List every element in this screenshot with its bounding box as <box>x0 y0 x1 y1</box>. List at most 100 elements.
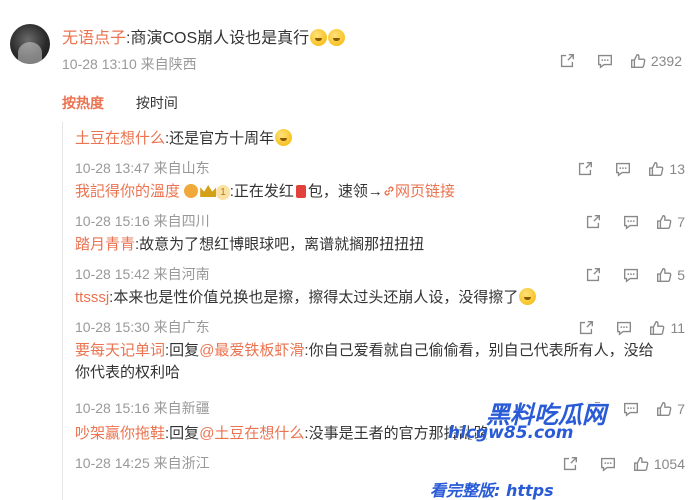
share-icon <box>587 402 601 416</box>
reply-text: 踏月青青:故意为了想红博眼球吧，离谱就搁那扭扭扭 <box>75 234 685 256</box>
share-icon <box>563 457 577 471</box>
reply-actions: 1054 <box>546 453 685 475</box>
comment-button[interactable] <box>617 211 645 233</box>
mention-link[interactable]: @最爱铁板虾滑 <box>199 342 304 359</box>
comment-button[interactable] <box>609 158 637 180</box>
comment-button[interactable] <box>610 317 638 339</box>
main-comment: 无语点子:商演COS崩人设也是真行 10-28 13:10 来自陕西 2392 <box>0 0 700 85</box>
reply-location: 来自山东 <box>153 160 210 176</box>
crying-emoji-icon <box>275 129 293 146</box>
main-comment-text: 无语点子:商演COS崩人设也是真行 <box>62 24 346 48</box>
comment-icon <box>617 321 632 336</box>
main-comment-location: 来自陕西 <box>140 56 197 72</box>
like-icon <box>650 321 665 335</box>
comment-button[interactable] <box>594 453 622 475</box>
tab-sort-by-time[interactable]: 按时间 <box>136 95 178 111</box>
comment-button[interactable] <box>617 398 645 420</box>
like-icon <box>657 402 672 416</box>
like-icon <box>657 268 672 282</box>
reply-item: 土豆在想什么:还是官方十周年 10-28 13:47 来自山东 13 <box>75 128 685 178</box>
comment-icon <box>616 162 631 177</box>
reply-location: 来自广东 <box>153 319 210 335</box>
web-link[interactable]: 网页链接 <box>395 183 455 200</box>
share-button[interactable] <box>579 398 607 420</box>
share-button[interactable] <box>579 264 607 286</box>
share-button[interactable] <box>579 211 607 233</box>
reply-text: 土豆在想什么:还是官方十周年 <box>75 128 685 150</box>
reply-actions: 11 <box>562 317 685 339</box>
like-icon <box>657 215 672 229</box>
comment-icon <box>624 215 639 230</box>
crown-icon <box>200 185 217 197</box>
reply-username[interactable]: 吵架赢你拖鞋 <box>75 425 165 442</box>
comment-button[interactable] <box>591 50 619 72</box>
reply-body: :本来也是性价值兑换也是擦，擦得太过头还崩人设，没得擦了 <box>109 289 519 306</box>
like-icon <box>649 162 664 176</box>
like-button[interactable]: 11 <box>648 317 685 339</box>
reply-username[interactable]: 要每天记单词 <box>75 342 165 359</box>
reply-location: 来自新疆 <box>153 400 210 416</box>
reply-username[interactable]: 我記得你的溫度 <box>75 183 180 200</box>
reply-location: 来自浙江 <box>153 455 210 471</box>
share-icon <box>579 162 593 176</box>
like-count: 7 <box>677 401 685 417</box>
like-button[interactable]: 7 <box>655 211 685 233</box>
reply-text: 要每天记单词:回复@最爱铁板虾滑:你自己爱看就自己偷偷看，别自己代表所有人，没给… <box>75 340 685 384</box>
reply-username[interactable]: 土豆在想什么 <box>75 130 165 147</box>
like-button[interactable]: 7 <box>655 398 685 420</box>
avatar[interactable] <box>10 24 50 64</box>
reply-item: ttsssj:本来也是性价值兑换也是擦，擦得太过头还崩人设，没得擦了 10-28… <box>75 287 685 337</box>
reply-body-continued: 包，速领→ <box>307 183 383 200</box>
like-button[interactable]: 1054 <box>632 453 685 475</box>
reply-item: 我記得你的溫度 1:正在发红 包，速领→ 网页链接 10-28 15:16 来自四川… <box>75 181 685 231</box>
reply-time: 10-28 13:47 <box>75 160 150 176</box>
like-count: 11 <box>670 320 685 336</box>
reply-text: ttsssj:本来也是性价值兑换也是擦，擦得太过头还崩人设，没得擦了 <box>75 287 685 309</box>
like-count: 7 <box>677 214 685 230</box>
tab-sort-by-hot[interactable]: 按热度 <box>62 95 104 111</box>
like-button[interactable]: 2392 <box>629 50 682 72</box>
like-count: 1054 <box>653 456 685 472</box>
like-icon <box>633 457 649 471</box>
like-button[interactable]: 5 <box>655 264 685 286</box>
reply-actions: 7 <box>569 211 685 233</box>
reply-body: :正在发红 <box>229 183 294 200</box>
share-button[interactable] <box>556 453 584 475</box>
mention-link[interactable]: @土豆在想什么 <box>199 425 304 442</box>
reply-time: 10-28 14:25 <box>75 455 150 471</box>
reply-item: 吵架赢你拖鞋:回复@土豆在想什么:没事是王者的官方那捣乱路 10-28 14:2… <box>75 423 685 473</box>
like-icon <box>630 54 646 68</box>
share-button[interactable] <box>571 158 599 180</box>
link-icon <box>384 186 394 196</box>
share-icon <box>587 268 601 282</box>
comment-button[interactable] <box>617 264 645 286</box>
like-button[interactable]: 13 <box>647 158 685 180</box>
main-comment-time: 10-28 13:10 <box>62 56 137 72</box>
reply-time: 10-28 15:42 <box>75 266 150 282</box>
main-comment-username[interactable]: 无语点子 <box>62 30 126 47</box>
reply-username[interactable]: ttsssj <box>75 289 109 306</box>
like-count: 2392 <box>650 53 682 69</box>
share-button[interactable] <box>572 317 600 339</box>
share-icon <box>580 321 594 335</box>
reply-text: 吵架赢你拖鞋:回复@土豆在想什么:没事是王者的官方那捣乱路 <box>75 423 685 445</box>
reply-body: :还是官方十周年 <box>165 130 275 147</box>
reply-item: 要每天记单词:回复@最爱铁板虾滑:你自己爱看就自己偷偷看，别自己代表所有人，没给… <box>75 340 685 418</box>
reply-actions: 5 <box>569 264 685 286</box>
red-packet-icon <box>295 185 306 198</box>
reply-time: 10-28 15:30 <box>75 319 150 335</box>
reply-prefix: :回复 <box>165 342 200 359</box>
sweat-emoji-icon <box>328 29 346 46</box>
reply-time: 10-28 15:16 <box>75 400 150 416</box>
reply-item: 踏月青青:故意为了想红博眼球吧，离谱就搁那扭扭扭 10-28 15:42 来自河… <box>75 234 685 284</box>
reply-body-tail: 路 <box>473 425 489 442</box>
main-comment-actions: 2392 <box>543 50 682 72</box>
fan-level-badge: 1 <box>216 185 230 200</box>
reply-time: 10-28 15:16 <box>75 213 150 229</box>
share-button[interactable] <box>553 50 581 72</box>
reply-body: :故意为了想红博眼球吧，离谱就搁那扭扭扭 <box>135 236 425 253</box>
reply-username[interactable]: 踏月青青 <box>75 236 135 253</box>
reply-actions: 13 <box>561 158 685 180</box>
main-comment-body: :商演COS崩人设也是真行 <box>126 30 310 47</box>
like-count: 5 <box>677 267 685 283</box>
